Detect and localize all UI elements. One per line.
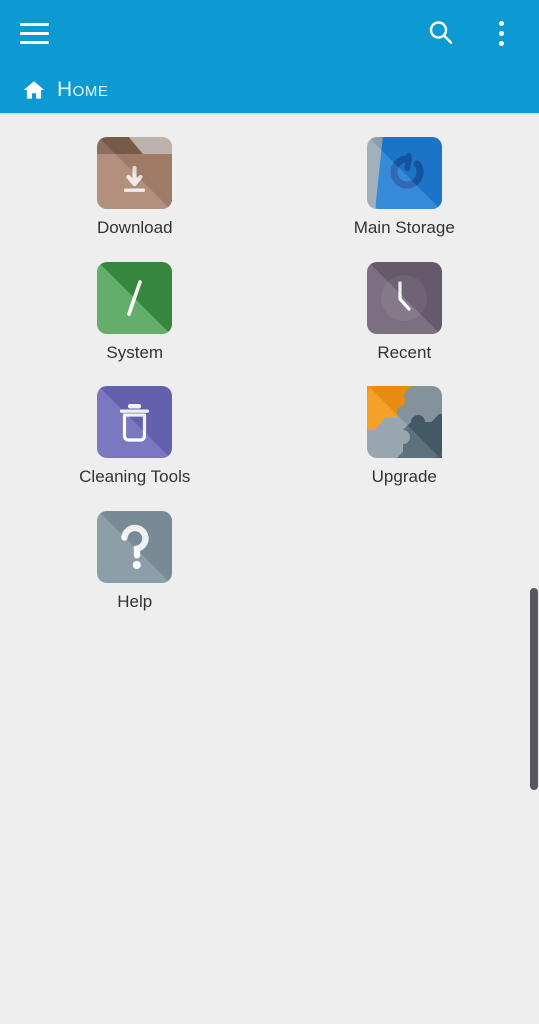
puzzle-piece-icon bbox=[366, 386, 442, 459]
overflow-dot bbox=[498, 30, 504, 36]
search-icon[interactable] bbox=[419, 11, 463, 55]
more-vertical-icon[interactable] bbox=[483, 11, 519, 55]
shortcut-grid-container: Download Main Storage System Recent Clea… bbox=[0, 116, 539, 1024]
grid-item-label: Upgrade bbox=[371, 467, 437, 487]
download-arrow-glyph bbox=[124, 165, 146, 192]
grid-item-label: Cleaning Tools bbox=[79, 467, 191, 487]
folder-download-icon bbox=[97, 137, 173, 209]
home-glyph bbox=[23, 80, 45, 99]
power-circle-glyph bbox=[390, 153, 424, 189]
grid-item-label: Main Storage bbox=[353, 218, 455, 237]
trash-can-icon bbox=[97, 386, 173, 459]
grid-item-upgrade[interactable]: Upgrade bbox=[270, 386, 539, 487]
shortcut-grid: Download Main Storage System Recent Clea… bbox=[0, 116, 539, 611]
grid-item-label: Download bbox=[96, 218, 173, 237]
home-icon bbox=[22, 78, 46, 102]
root-slash-icon bbox=[97, 261, 173, 334]
hamburger-bar bbox=[19, 40, 49, 44]
hamburger-bar bbox=[19, 22, 49, 26]
hamburger-bar bbox=[19, 31, 49, 35]
clock-icon bbox=[366, 261, 442, 334]
app-bar-top-row bbox=[0, 0, 539, 66]
grid-item-label: System bbox=[106, 342, 164, 362]
breadcrumb[interactable]: Home bbox=[0, 66, 539, 113]
grid-item-help[interactable]: Help bbox=[0, 510, 270, 612]
trash-glyph bbox=[120, 404, 150, 442]
device-storage-icon bbox=[366, 137, 442, 209]
overflow-dot bbox=[498, 40, 504, 46]
grid-item-download[interactable]: Download bbox=[0, 137, 270, 238]
app-bar: Home bbox=[0, 0, 539, 113]
puzzle-glyph bbox=[366, 386, 442, 459]
scrollbar-thumb[interactable] bbox=[530, 588, 538, 790]
grid-item-main-storage[interactable]: Main Storage bbox=[270, 137, 539, 238]
grid-item-cleaning-tools[interactable]: Cleaning Tools bbox=[0, 386, 270, 487]
overflow-dot bbox=[498, 20, 504, 26]
search-glyph bbox=[429, 21, 453, 44]
grid-item-recent[interactable]: Recent bbox=[270, 261, 539, 363]
grid-item-system[interactable]: System bbox=[0, 261, 270, 363]
hamburger-menu-icon[interactable] bbox=[12, 12, 56, 54]
question-glyph bbox=[121, 524, 149, 569]
slash-glyph bbox=[127, 279, 143, 316]
question-mark-icon bbox=[97, 510, 173, 583]
clock-hands-glyph bbox=[398, 280, 411, 311]
grid-item-label: Recent bbox=[377, 342, 432, 362]
breadcrumb-label: Home bbox=[57, 78, 109, 101]
grid-item-label: Help bbox=[117, 591, 153, 611]
scrollbar-track[interactable] bbox=[530, 116, 539, 1024]
